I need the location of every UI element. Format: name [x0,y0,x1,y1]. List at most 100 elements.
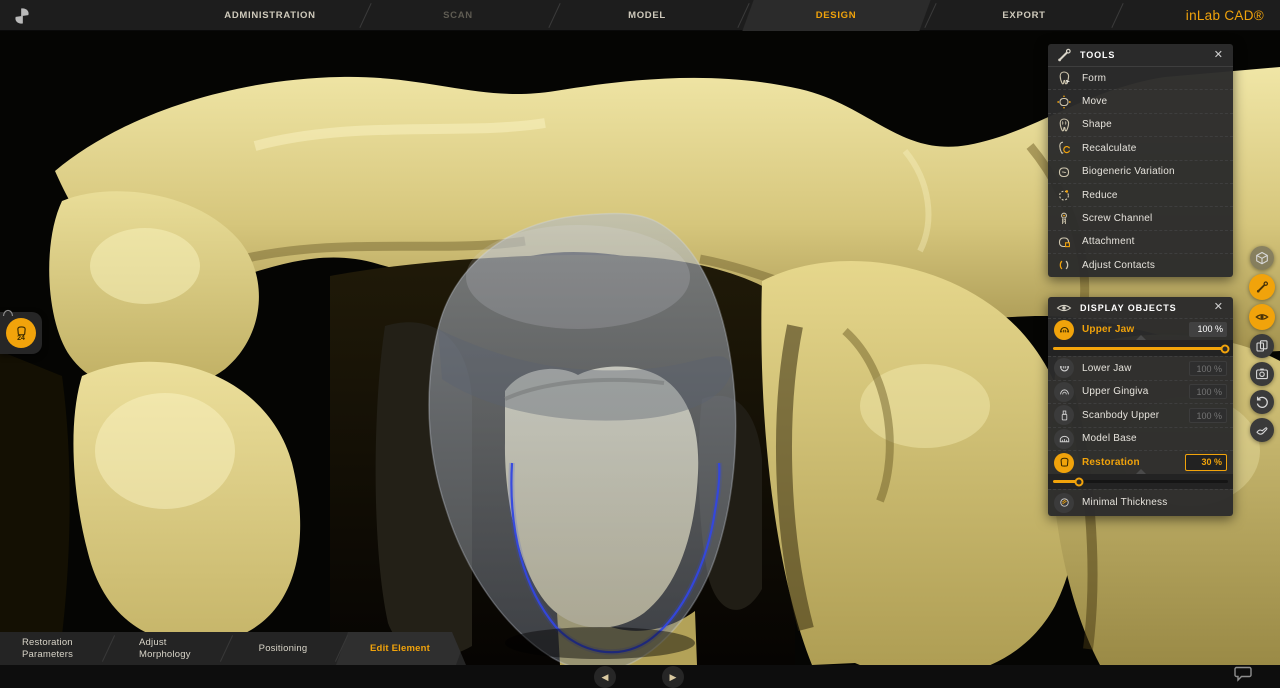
upper-jaw-icon [1054,320,1074,340]
tools-icon [1056,47,1072,63]
tab-scan[interactable]: SCAN [443,0,473,31]
display-row-minimal-thickness[interactable]: Minimal Thickness [1048,489,1233,515]
view-cube-icon [1255,251,1269,265]
attachment-icon [1056,234,1072,250]
workflow-step-bar: Restoration Parameters Adjust Morphology… [0,632,466,665]
display-objects-title: DISPLAY OBJECTS [1080,303,1212,313]
tab-design[interactable]: DESIGN [816,0,857,31]
slider-track[interactable] [1053,480,1228,483]
display-row-scanbody-upper[interactable]: Scanbody Upper 100 % [1048,403,1233,427]
view-cube-button[interactable] [1250,246,1274,270]
display-row-label: Model Base [1082,433,1227,445]
display-row-label: Upper Gingiva [1082,386,1189,398]
arrow-left-icon: ◀ [602,672,609,683]
tooth-shape-icon [1056,117,1072,133]
slider-notch [1136,469,1146,474]
tool-item-reduce[interactable]: Reduce [1048,183,1233,206]
reduce-dashed-icon [1056,187,1072,203]
display-row-model-base[interactable]: Model Base [1048,427,1233,451]
copy-objects-icon [1255,339,1269,353]
opacity-value-scanbody[interactable]: 100 % [1189,408,1227,423]
undo-view-icon [1255,395,1269,409]
tool-item-label: Biogeneric Variation [1082,166,1175,177]
gingiva-icon [1054,382,1074,402]
model-base-icon [1054,429,1074,449]
bottom-strip [0,665,1280,688]
screw-icon [1056,211,1072,227]
display-row-upper-gingiva[interactable]: Upper Gingiva 100 % [1048,380,1233,404]
snapshot-icon [1255,367,1269,381]
tool-item-shape[interactable]: Shape [1048,113,1233,136]
tools-panel-title: TOOLS [1080,50,1212,60]
tooth-recalculate-icon [1056,140,1072,156]
side-toolbar [1249,246,1275,446]
step-positioning[interactable]: Positioning [259,632,308,665]
crown-highlight [466,225,690,329]
close-icon[interactable]: ✕ [1212,300,1225,315]
display-row-lower-jaw[interactable]: Lower Jaw 100 % [1048,356,1233,380]
restoration-tooth-button[interactable]: 24 [6,318,36,348]
display-row-label: Scanbody Upper [1082,410,1189,422]
opacity-value-restoration[interactable]: 30 % [1185,454,1227,471]
tab-divider [1111,3,1123,28]
undo-view-button[interactable] [1250,390,1274,414]
previous-step-button[interactable]: ◀ [594,666,616,688]
opacity-value-upper-jaw[interactable]: 100 % [1189,322,1227,337]
tool-item-label: Screw Channel [1082,213,1152,224]
arrow-right-icon: ▶ [670,672,677,683]
feedback-comment-button[interactable] [1234,666,1256,684]
tab-administration[interactable]: ADMINISTRATION [224,0,315,31]
top-nav-bar: ADMINISTRATION SCAN MODEL DESIGN EXPORT … [0,0,1280,31]
scanbody-icon [1054,405,1074,425]
tool-item-label: Move [1082,96,1107,107]
tab-export[interactable]: EXPORT [1002,0,1045,31]
tooth-position-badge[interactable]: 24 [0,312,42,354]
step-divider [220,635,233,662]
eye-icon [1056,300,1072,316]
dentsply-sirona-logo-icon [12,6,32,26]
tool-item-attachment[interactable]: Attachment [1048,230,1233,253]
tooth-number: 24 [17,336,25,342]
inlab-cad-window: ADMINISTRATION SCAN MODEL DESIGN EXPORT … [0,0,1280,688]
app-title: inLab CAD® [1186,0,1264,31]
tool-item-biogeneric-variation[interactable]: Biogeneric Variation [1048,160,1233,183]
upper-jaw-opacity-slider[interactable] [1048,340,1233,356]
display-objects-toggle-button[interactable] [1249,304,1275,330]
slider-knob[interactable] [1075,478,1084,487]
next-step-button[interactable]: ▶ [662,666,684,688]
step-adjust-morphology[interactable]: Adjust Morphology [139,632,205,665]
upper-jaw-mini-icon [2,308,14,317]
tools-panel-header: TOOLS ✕ [1048,44,1233,66]
tools-toggle-button[interactable] [1249,274,1275,300]
slider-fill [1053,347,1228,350]
slider-notch [1136,335,1146,340]
display-objects-header: DISPLAY OBJECTS ✕ [1048,297,1233,318]
tool-item-recalculate[interactable]: Recalculate [1048,136,1233,159]
tooth-highlight [90,228,200,304]
tool-item-label: Recalculate [1082,143,1136,154]
copy-objects-button[interactable] [1250,334,1274,358]
tool-item-adjust-contacts[interactable]: Adjust Contacts [1048,253,1233,276]
tool-item-move[interactable]: Move [1048,89,1233,112]
tab-model[interactable]: MODEL [628,0,666,31]
opacity-value-lower-jaw[interactable]: 100 % [1189,361,1227,376]
tool-item-form[interactable]: Form [1048,66,1233,89]
slider-knob[interactable] [1221,345,1230,354]
display-row-label: Upper Jaw [1082,324,1189,336]
display-row-label: Restoration [1082,457,1185,469]
snapshot-button[interactable] [1250,362,1274,386]
hand-support-button[interactable] [1250,418,1274,442]
restoration-opacity-slider[interactable] [1048,474,1233,489]
tools-icon [1255,280,1269,294]
step-edit-element[interactable]: Edit Element [370,632,430,665]
close-icon[interactable]: ✕ [1212,48,1225,63]
slider-track[interactable] [1053,347,1228,350]
tool-item-screw-channel[interactable]: Screw Channel [1048,206,1233,229]
crown-bottom-shadow [505,627,695,659]
tools-panel: TOOLS ✕ Form Move Shape Recalculate [1048,44,1233,277]
opacity-value-upper-gingiva[interactable]: 100 % [1189,384,1227,399]
contacts-brackets-icon [1056,257,1072,273]
speech-bubble-icon [1234,666,1254,683]
step-restoration-parameters[interactable]: Restoration Parameters [22,632,88,665]
tool-item-label: Shape [1082,119,1112,130]
